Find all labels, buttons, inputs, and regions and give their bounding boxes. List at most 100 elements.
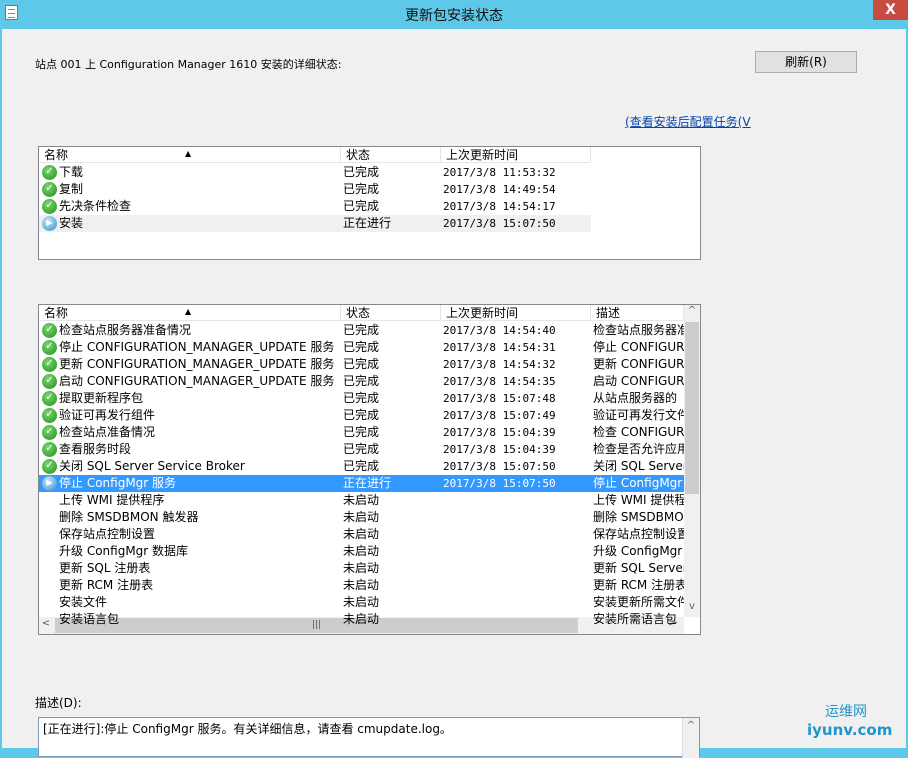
description-textbox[interactable]: [正在进行]:停止 ConfigMgr 服务。有关详细信息，请查看 cmupda… — [38, 717, 700, 758]
table-row[interactable]: 删除 SMSDBMON 触发器 未启动 删除 SMSDBMON 触 — [39, 509, 684, 526]
blank-icon — [42, 527, 57, 542]
table-row[interactable]: 更新 SQL 注册表 未启动 更新 SQL Server — [39, 560, 684, 577]
cell-name: 安装语言包 — [39, 611, 341, 628]
cell-status: 正在进行 — [343, 216, 392, 230]
scroll-up-icon[interactable]: ^ — [683, 720, 699, 731]
cell-description: 验证可再发行文件 — [593, 408, 684, 422]
column-header-status[interactable]: 状态 — [341, 147, 441, 162]
row-name: 更新 RCM 注册表 — [59, 578, 154, 592]
cell-status: 未启动 — [343, 544, 380, 558]
cell-name: ✓ 停止 CONFIGURATION_MANAGER_UPDATE 服务 — [39, 339, 341, 356]
table-row[interactable]: ✓ 验证可再发行组件 已完成 2017/3/8 15:07:49 验证可再发行文件 — [39, 407, 684, 424]
cell-name: 安装文件 — [39, 594, 341, 611]
cell-time — [441, 543, 591, 560]
cell-status: 已完成 — [343, 323, 380, 337]
description-text: [正在进行]:停止 ConfigMgr 服务。有关详细信息，请查看 cmupda… — [43, 722, 452, 736]
table-row[interactable]: ✓ 检查站点准备情况 已完成 2017/3/8 15:04:39 检查 CONFIGUR… — [39, 424, 684, 441]
table-row[interactable]: 保存站点控制设置 未启动 保存站点控制设置 — [39, 526, 684, 543]
cell-description: 更新 SQL Server — [593, 561, 684, 575]
cell-name: ✓ 复制 — [39, 181, 341, 198]
table-row[interactable]: ✓ 下载 已完成 2017/3/8 11:53:32 — [39, 164, 591, 181]
table-row[interactable]: ✓ 停止 CONFIGURATION_MANAGER_UPDATE 服务 已完成 20… — [39, 339, 684, 356]
scroll-up-icon[interactable]: ^ — [684, 305, 700, 316]
cell-description: 检查站点服务器准 — [593, 323, 684, 337]
watermark-logo: 运维网 iyunv.com — [807, 701, 892, 739]
table-row[interactable]: ✓ 提取更新程序包 已完成 2017/3/8 15:07:48 从站点服务器的 — [39, 390, 684, 407]
scroll-down-icon[interactable]: v — [684, 601, 700, 612]
cell-time — [441, 509, 591, 526]
table-row[interactable]: 更新 RCM 注册表 未启动 更新 RCM 注册表 — [39, 577, 684, 594]
cell-name: ▶ 安装 — [39, 215, 341, 232]
row-name: 复制 — [59, 182, 84, 196]
table-row[interactable]: 升级 ConfigMgr 数据库 未启动 升级 ConfigMgr — [39, 543, 684, 560]
table-row[interactable]: ✓ 检查站点服务器准备情况 已完成 2017/3/8 14:54:40 检查站点服务器准 — [39, 322, 684, 339]
close-button[interactable]: X — [873, 0, 908, 20]
cell-description: 安装更新所需文件 — [593, 595, 684, 609]
check-icon: ✓ — [42, 442, 57, 457]
row-name: 删除 SMSDBMON 触发器 — [59, 510, 199, 524]
sort-asc-icon: ▲ — [185, 149, 192, 158]
cell-status: 已完成 — [343, 408, 380, 422]
check-icon: ✓ — [42, 323, 57, 338]
cell-description: 停止 ConfigMgr — [593, 476, 683, 490]
site-status-label: 站点 001 上 Configuration Manager 1610 安装的详… — [35, 58, 342, 71]
check-icon: ✓ — [42, 425, 57, 440]
list-header: 名称 ▲ 状态 上次更新时间 描述 — [39, 305, 684, 321]
scroll-thumb[interactable] — [685, 322, 699, 494]
dialog-body: 站点 001 上 Configuration Manager 1610 安装的详… — [2, 29, 906, 758]
cell-name: ✓ 提取更新程序包 — [39, 390, 341, 407]
table-row[interactable]: ▶ 安装 正在进行 2017/3/8 15:07:50 — [39, 215, 591, 232]
table-row[interactable]: ▶ 停止 ConfigMgr 服务 正在进行 2017/3/8 15:07:50 停止 … — [39, 475, 684, 492]
cell-status: 未启动 — [343, 595, 380, 609]
table-row[interactable]: 上传 WMI 提供程序 未启动 上传 WMI 提供程序 — [39, 492, 684, 509]
column-header-description[interactable]: 描述 — [591, 305, 684, 320]
cell-status: 已完成 — [343, 425, 380, 439]
table-row[interactable]: 安装文件 未启动 安装更新所需文件 — [39, 594, 684, 611]
cell-name: ✓ 检查站点准备情况 — [39, 424, 341, 441]
row-name: 检查站点准备情况 — [59, 425, 156, 439]
title-bar: 更新包安装状态 X — [0, 0, 908, 28]
cell-time: 2017/3/8 15:07:50 — [443, 217, 556, 230]
step-list[interactable]: 名称 ▲ 状态 上次更新时间 描述 ^ v < ||| > ✓ 检查站点服务器准备情… — [38, 304, 701, 635]
blank-icon — [42, 578, 57, 593]
column-header-time[interactable]: 上次更新时间 — [441, 147, 591, 162]
table-row[interactable]: 安装语言包 未启动 安装所需语言包 — [39, 611, 684, 628]
cell-status: 已完成 — [343, 199, 380, 213]
row-name: 安装文件 — [59, 595, 108, 609]
vertical-scrollbar[interactable]: ^ v — [684, 305, 700, 617]
vertical-scrollbar[interactable]: ^ — [682, 718, 699, 758]
cell-name: 升级 ConfigMgr 数据库 — [39, 543, 341, 560]
table-row[interactable]: ✓ 更新 CONFIGURATION_MANAGER_UPDATE 服务 已完成 20… — [39, 356, 684, 373]
table-row[interactable]: ✓ 先决条件检查 已完成 2017/3/8 14:54:17 — [39, 198, 591, 215]
check-icon: ✓ — [42, 165, 57, 180]
cell-status: 未启动 — [343, 561, 380, 575]
column-header-name[interactable]: 名称 ▲ — [39, 305, 341, 320]
refresh-button[interactable]: 刷新(R) — [755, 51, 857, 73]
table-row[interactable]: ✓ 查看服务时段 已完成 2017/3/8 15:04:39 检查是否允许应用 — [39, 441, 684, 458]
row-name: 查看服务时段 — [59, 442, 132, 456]
cell-name: ✓ 检查站点服务器准备情况 — [39, 322, 341, 339]
column-header-name[interactable]: 名称 ▲ — [39, 147, 341, 162]
cell-time: 2017/3/8 15:07:49 — [443, 409, 556, 422]
check-icon: ✓ — [42, 340, 57, 355]
column-header-time[interactable]: 上次更新时间 — [441, 305, 591, 320]
row-name: 停止 CONFIGURATION_MANAGER_UPDATE 服务 — [59, 340, 335, 354]
table-row[interactable]: ✓ 复制 已完成 2017/3/8 14:49:54 — [39, 181, 591, 198]
column-header-status[interactable]: 状态 — [341, 305, 441, 320]
window-title: 更新包安装状态 — [405, 8, 503, 24]
row-name: 验证可再发行组件 — [59, 408, 156, 422]
stage-list[interactable]: 名称 ▲ 状态 上次更新时间 ✓ 下载 已完成 2017/3/8 11:53:32 ✓ 复制… — [38, 146, 701, 260]
row-name: 升级 ConfigMgr 数据库 — [59, 544, 189, 558]
row-name: 安装语言包 — [59, 612, 120, 626]
row-name: 更新 CONFIGURATION_MANAGER_UPDATE 服务 — [59, 357, 335, 371]
table-row[interactable]: ✓ 关闭 SQL Server Service Broker 已完成 2017/3/8… — [39, 458, 684, 475]
cell-status: 已完成 — [343, 340, 380, 354]
cell-status: 已完成 — [343, 357, 380, 371]
cell-description: 删除 SMSDBMON 触 — [593, 510, 684, 524]
view-post-install-tasks-link[interactable]: (查看安装后配置任务(V — [625, 113, 751, 130]
cell-status: 已完成 — [343, 442, 380, 456]
table-row[interactable]: ✓ 启动 CONFIGURATION_MANAGER_UPDATE 服务 已完成 20… — [39, 373, 684, 390]
check-icon: ✓ — [42, 408, 57, 423]
description-label: 描述(D): — [35, 696, 82, 710]
cell-status: 已完成 — [343, 165, 380, 179]
